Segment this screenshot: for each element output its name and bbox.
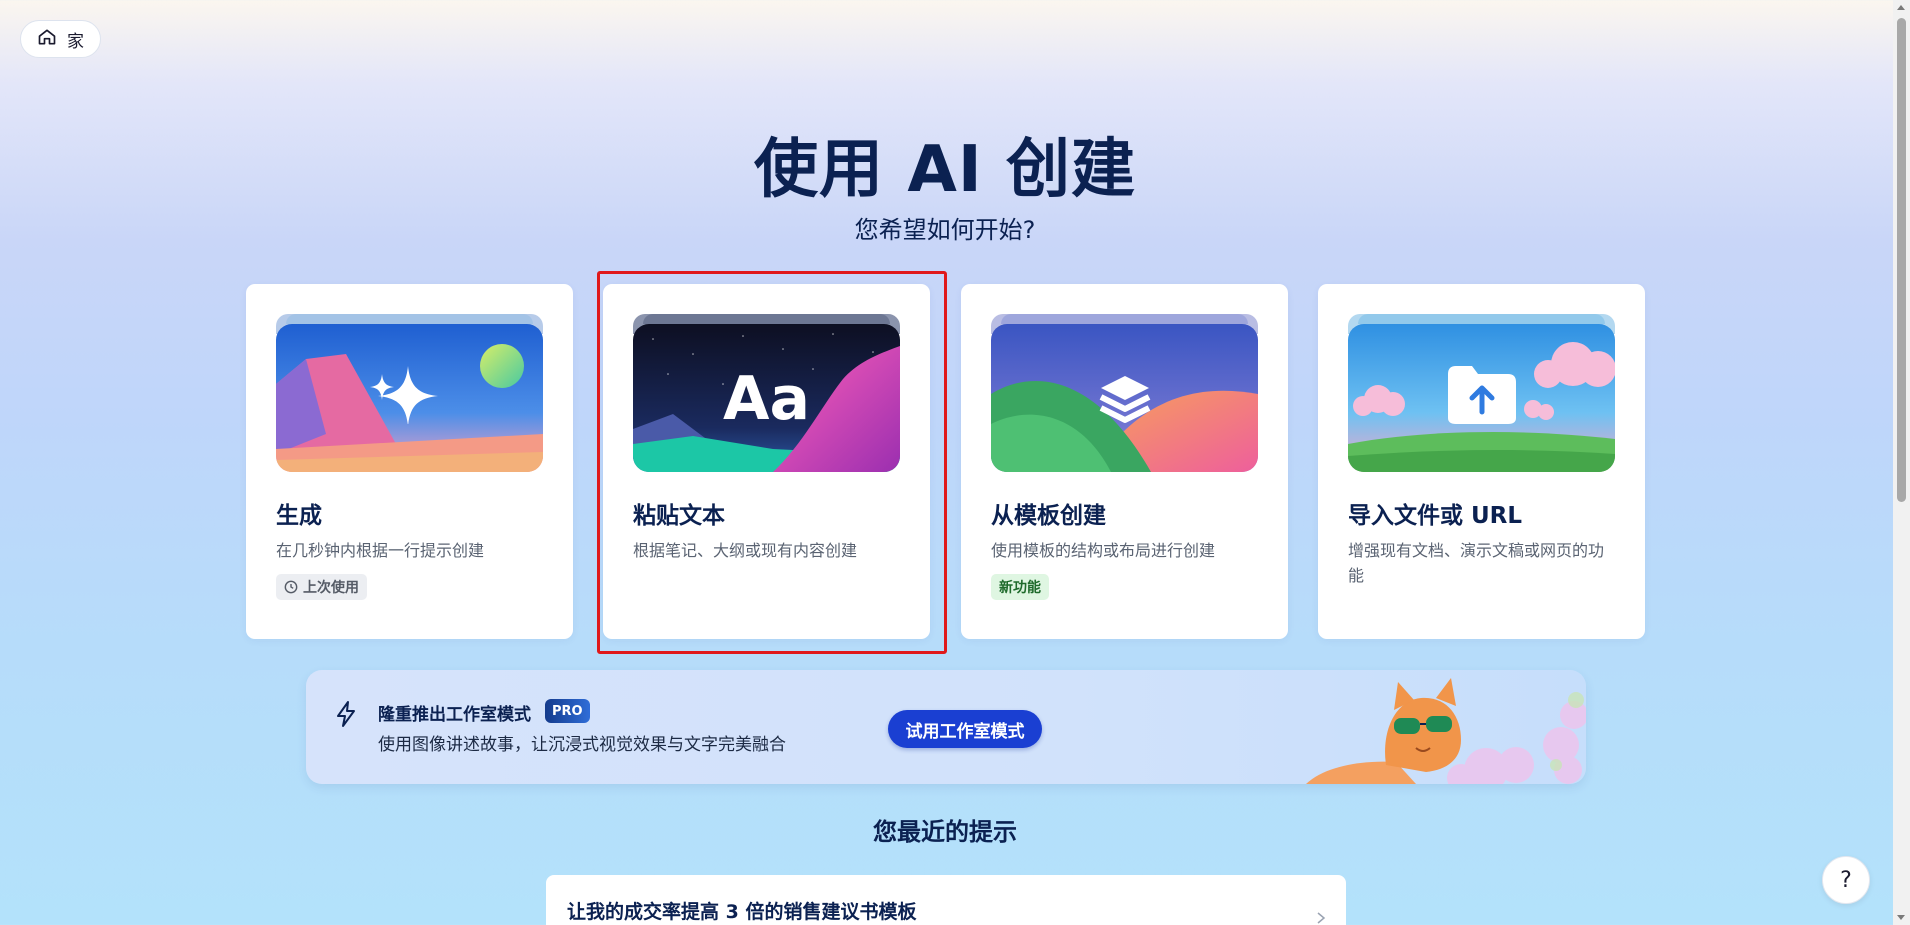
lightning-icon xyxy=(337,701,355,727)
import-illustration xyxy=(1348,324,1615,472)
cat-illustration xyxy=(1306,678,1586,784)
pro-badge: PRO xyxy=(545,699,590,723)
recent-prompt-item[interactable]: 让我的成交率提高 3 倍的销售建议书模板 xyxy=(546,875,1346,925)
layers-icon xyxy=(1099,376,1151,423)
card-title: 粘贴文本 xyxy=(633,503,725,529)
page-subtitle: 您希望如何开始? xyxy=(854,216,1036,244)
card-stack-layer xyxy=(1001,314,1248,324)
generate-card[interactable]: 生成 在几秒钟内根据一行提示创建 上次使用 xyxy=(246,284,573,639)
clock-icon xyxy=(284,580,298,594)
sparkle-icon xyxy=(370,366,438,424)
scrollbar[interactable] xyxy=(1893,0,1910,925)
card-title: 从模板创建 xyxy=(991,503,1106,529)
generate-illustration xyxy=(276,324,543,472)
card-description: 增强现有文档、演示文稿或网页的功能 xyxy=(1348,541,1605,585)
new-feature-badge: 新功能 xyxy=(991,574,1049,600)
studio-mode-banner: 隆重推出工作室模式 PRO 使用图像讲述故事，让沉浸式视觉效果与文字完美融合 试… xyxy=(306,670,1586,784)
badge-label: 上次使用 xyxy=(303,580,359,596)
home-label: 家 xyxy=(67,31,84,52)
card-title: 生成 xyxy=(276,503,322,529)
text-aa-glyph: Aa xyxy=(723,364,810,434)
card-description: 在几秒钟内根据一行提示创建 xyxy=(276,541,485,560)
card-description: 根据笔记、大纲或现有内容创建 xyxy=(633,541,858,560)
page-title: 使用 AI 创建 xyxy=(754,133,1136,207)
folder-upload-icon xyxy=(1448,366,1516,424)
card-title: 导入文件或 URL xyxy=(1348,503,1523,529)
scroll-down-arrow[interactable] xyxy=(1897,915,1905,920)
try-studio-mode-button[interactable]: 试用工作室模式 xyxy=(888,710,1042,748)
chevron-right-icon xyxy=(1317,912,1326,924)
import-file-card[interactable]: 导入文件或 URL 增强现有文档、演示文稿或网页的功能 xyxy=(1318,284,1645,639)
from-template-card[interactable]: 从模板创建 使用模板的结构或布局进行创建 新功能 xyxy=(961,284,1288,639)
help-button[interactable]: ? xyxy=(1822,856,1870,904)
template-illustration xyxy=(991,324,1258,472)
card-stack-layer xyxy=(1358,314,1605,324)
banner-description: 使用图像讲述故事，让沉浸式视觉效果与文字完美融合 xyxy=(378,735,786,755)
last-used-badge: 上次使用 xyxy=(276,574,367,600)
banner-title: 隆重推出工作室模式 xyxy=(378,705,531,725)
recent-prompts-heading: 您最近的提示 xyxy=(873,818,1017,846)
scrollbar-thumb[interactable] xyxy=(1897,18,1906,502)
recent-prompt-label: 让我的成交率提高 3 倍的销售建议书模板 xyxy=(567,901,917,923)
card-stack-layer xyxy=(286,314,533,324)
card-description: 使用模板的结构或布局进行创建 xyxy=(991,541,1216,560)
paste-text-card[interactable]: Aa 粘贴文本 根据笔记、大纲或现有内容创建 xyxy=(603,284,930,639)
home-button[interactable]: 家 xyxy=(20,20,101,58)
home-icon xyxy=(37,27,57,52)
card-stack-layer xyxy=(643,314,890,324)
paste-text-illustration: Aa xyxy=(633,324,900,472)
scroll-up-arrow[interactable] xyxy=(1897,5,1905,10)
